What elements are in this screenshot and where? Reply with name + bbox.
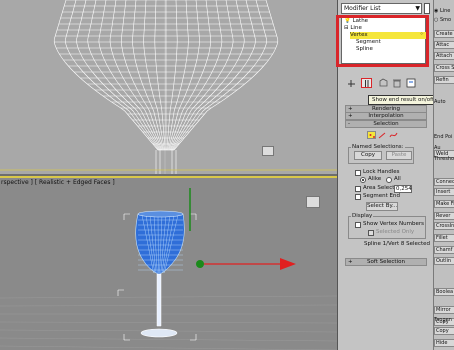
vertex-mode-icon[interactable] (367, 131, 376, 139)
side-item-label: Connec (436, 179, 454, 185)
side-item-copy[interactable]: Copy (434, 327, 454, 335)
segment-end-checkbox[interactable] (355, 194, 361, 200)
spline-mode-icon[interactable] (389, 131, 398, 139)
view-cube-perspective[interactable] (306, 196, 320, 208)
rollout-soft-selection[interactable]: + Soft Selection (345, 258, 427, 266)
side-item-label: Insert (436, 189, 451, 195)
side-item-label: Tangen (434, 317, 452, 323)
side-item-mirror[interactable]: Mirror (434, 306, 454, 314)
selected-only-checkbox[interactable] (368, 230, 374, 236)
pin-stack-icon[interactable] (346, 78, 357, 88)
area-selection-spinner[interactable]: 0,254 (394, 185, 412, 193)
side-item-refin[interactable]: Refin (434, 76, 454, 84)
side-item-fillet[interactable]: Fillet (434, 234, 454, 242)
modifier-list-label: Modifier List (344, 5, 381, 12)
copy-button[interactable]: Copy (354, 151, 382, 160)
side-item-line[interactable]: ◉ Line (434, 8, 454, 14)
expand-icon: + (348, 113, 353, 119)
show-vertex-numbers-checkbox[interactable] (355, 222, 361, 228)
expand-icon: + (348, 259, 353, 265)
side-item-label: Fillet (436, 235, 448, 241)
segment-end-label: Segment End (363, 193, 400, 199)
side-item-label: Auto (434, 99, 446, 105)
side-item-label: Boolea (436, 289, 454, 295)
side-item-label: Outlin (436, 258, 452, 264)
configure-modifier-sets-icon[interactable] (406, 78, 417, 88)
annotation-highlight-box (336, 15, 429, 67)
side-item-label: Create (436, 31, 453, 37)
glass-render (0, 188, 337, 350)
viewport-top[interactable] (0, 0, 337, 174)
rollout-label: Interpolation (368, 113, 404, 119)
side-item-create[interactable]: Create (434, 30, 454, 38)
display-label: Display (351, 213, 374, 219)
area-selection-checkbox[interactable] (355, 186, 361, 192)
side-item-boolea[interactable]: Boolea (434, 288, 454, 296)
side-item-auto: Auto (434, 99, 454, 105)
side-item-label: Make Fi (436, 201, 454, 207)
show-end-result-icon[interactable] (361, 78, 372, 88)
side-item-label: Rever (436, 213, 451, 219)
viewport-label[interactable]: rspective ] [ Realistic + Edged Faces ] (1, 179, 115, 186)
selected-only-label: Selected Only (376, 229, 415, 235)
all-label: All (394, 176, 401, 182)
side-item-tangen: Tangen (434, 317, 454, 323)
collapse-icon: - (348, 121, 350, 127)
rollout-selection[interactable]: - Selection (345, 120, 427, 128)
side-label-auto-label: Au (434, 145, 441, 151)
modifier-list-dropdown[interactable]: Modifier List ▼ (341, 3, 422, 14)
side-item-label: Line (439, 8, 451, 14)
side-item-label: Cross Se (436, 65, 454, 71)
side-item-label: Attac (436, 42, 450, 48)
side-item-attac[interactable]: Attac (434, 41, 454, 49)
selection-status-text: Spline 1/Vert 8 Selected (364, 241, 430, 247)
rollout-label: Selection (373, 121, 399, 127)
side-item-smo[interactable]: ○ Smo (434, 17, 454, 23)
side-item-outlin[interactable]: Outlin (434, 257, 454, 265)
side-item-attach-m[interactable]: Attach M (434, 52, 454, 60)
remove-modifier-icon[interactable] (392, 78, 403, 88)
rollout-interpolation[interactable]: + Interpolation (345, 112, 427, 120)
rollout-label: Soft Selection (367, 259, 405, 265)
side-item-label: Smo (439, 17, 452, 23)
side-item-insert[interactable]: Insert (434, 188, 454, 196)
segment-mode-icon[interactable] (378, 131, 387, 139)
select-by-button[interactable]: Select By... (366, 202, 398, 211)
side-item-connec[interactable]: Connec (434, 178, 454, 186)
wireframe-glass-top (0, 0, 337, 174)
all-radio[interactable] (386, 177, 392, 183)
side-item-label: Mirror (436, 307, 451, 313)
view-cube-top[interactable] (262, 146, 274, 156)
side-item-rever[interactable]: Rever (434, 212, 454, 220)
object-color-swatch[interactable] (424, 3, 430, 14)
lock-handles-checkbox[interactable] (355, 170, 361, 176)
paste-button[interactable]: Paste (386, 151, 412, 160)
named-selections-label: Named Selections: (351, 144, 405, 150)
chevron-down-icon: ▼ (415, 5, 420, 12)
side-item-chamf[interactable]: Chamf (434, 246, 454, 254)
side-label-end-point-label: End Poi (434, 134, 453, 140)
alike-radio[interactable] (360, 177, 366, 183)
side-item-label: Attach M (436, 53, 454, 59)
side-item-hide[interactable]: Hide (434, 339, 454, 347)
show-vertex-numbers-label: Show Vertex Numbers (363, 221, 424, 227)
alike-label: Alike (368, 176, 382, 182)
viewport-perspective[interactable]: rspective ] [ Realistic + Edged Faces ] (0, 176, 337, 350)
make-unique-icon[interactable] (378, 78, 389, 88)
side-label-threshold-label: Thresho (434, 156, 454, 162)
side-item-label: Chamf (436, 247, 453, 253)
side-item-crossin[interactable]: CrossIn (434, 222, 454, 230)
side-item-label: CrossIn (436, 223, 454, 229)
lock-handles-label: Lock Handles (363, 169, 400, 175)
side-item-label: Hide (436, 340, 448, 346)
side-item-cross-se[interactable]: Cross Se (434, 64, 454, 72)
side-item-make-fi[interactable]: Make Fi (434, 200, 454, 208)
side-item-label: Copy (436, 328, 449, 334)
side-item-label: Refin (436, 77, 449, 83)
